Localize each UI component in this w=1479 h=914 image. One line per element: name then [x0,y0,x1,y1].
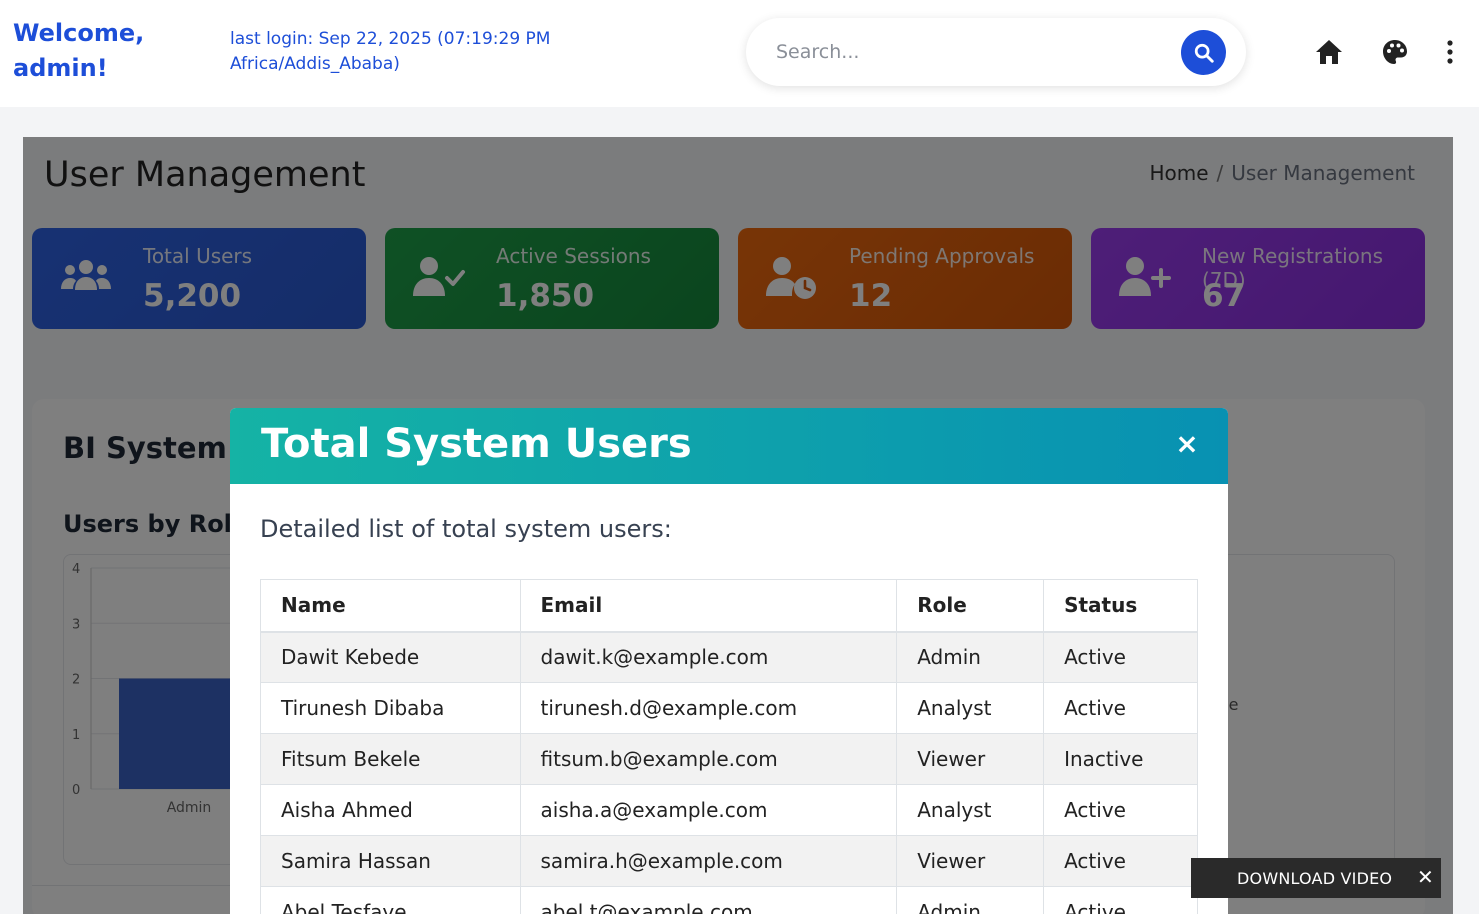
cell-role: Admin [896,886,1045,914]
search-input[interactable] [776,36,1156,68]
download-video-button[interactable]: DOWNLOAD VIDEO [1237,869,1392,888]
cell-status: Inactive [1043,733,1198,785]
column-header-status: Status [1043,579,1198,633]
cell-name: Fitsum Bekele [260,733,521,785]
table-row: Tirunesh Dibaba tirunesh.d@example.com Ana… [260,682,1198,734]
table-row: Fitsum Bekele fitsum.b@example.com Viewer I… [260,733,1198,785]
table-row: Abel Tesfaye abel.t@example.com Admin Activ… [260,886,1198,914]
last-login-info: last login: Sep 22, 2025 (07:19:29 PM Af… [230,29,551,74]
close-icon[interactable]: × [1175,430,1199,458]
cell-role: Viewer [896,733,1045,785]
cell-name: Tirunesh Dibaba [260,682,521,734]
theme-button[interactable] [1379,36,1411,68]
welcome-message: Welcome, admin! [13,19,145,82]
table-row: Samira Hassan samira.h@example.com Viewer A… [260,835,1198,887]
cell-status: Active [1043,682,1198,734]
column-header-name: Name [260,579,521,633]
cell-email: fitsum.b@example.com [519,733,898,785]
cell-status: Active [1043,631,1198,683]
modal-description: Detailed list of total system users: [260,515,672,543]
cell-status: Active [1043,835,1198,887]
search-bar [746,18,1246,86]
table-header-row: Name Email Role Status [260,579,1198,633]
cell-email: dawit.k@example.com [519,631,898,683]
cell-email: aisha.a@example.com [519,784,898,836]
cell-name: Dawit Kebede [260,631,521,683]
more-vertical-icon [1447,40,1453,64]
cell-status: Active [1043,886,1198,914]
cell-email: samira.h@example.com [519,835,898,887]
cell-role: Viewer [896,835,1045,887]
table-row: Dawit Kebede dawit.k@example.com Admin Acti… [260,631,1198,683]
cell-role: Analyst [896,682,1045,734]
column-header-email: Email [519,579,898,633]
users-table: Name Email Role Status Dawit Kebede dawit… [260,579,1198,914]
more-menu-button[interactable] [1434,36,1466,68]
cell-name: Samira Hassan [260,835,521,887]
palette-icon [1383,40,1407,64]
search-icon [1194,43,1214,63]
top-header: Welcome, admin! last login: Sep 22, 2025… [0,0,1479,107]
download-video-bar: DOWNLOAD VIDEO ✕ [1191,858,1441,898]
cell-role: Admin [896,631,1045,683]
cell-role: Analyst [896,784,1045,836]
modal-header: Total System Users × [230,408,1228,484]
modal-title: Total System Users [261,421,692,467]
home-icon [1316,40,1342,64]
column-header-role: Role [896,579,1045,633]
close-icon[interactable]: ✕ [1417,865,1434,889]
cell-email: abel.t@example.com [519,886,898,914]
cell-status: Active [1043,784,1198,836]
search-button[interactable] [1181,30,1226,75]
total-users-modal: Total System Users × Detailed list of to… [230,408,1228,914]
cell-name: Abel Tesfaye [260,886,521,914]
cell-name: Aisha Ahmed [260,784,521,836]
cell-email: tirunesh.d@example.com [519,682,898,734]
table-row: Aisha Ahmed aisha.a@example.com Analyst Act… [260,784,1198,836]
home-button[interactable] [1313,36,1345,68]
